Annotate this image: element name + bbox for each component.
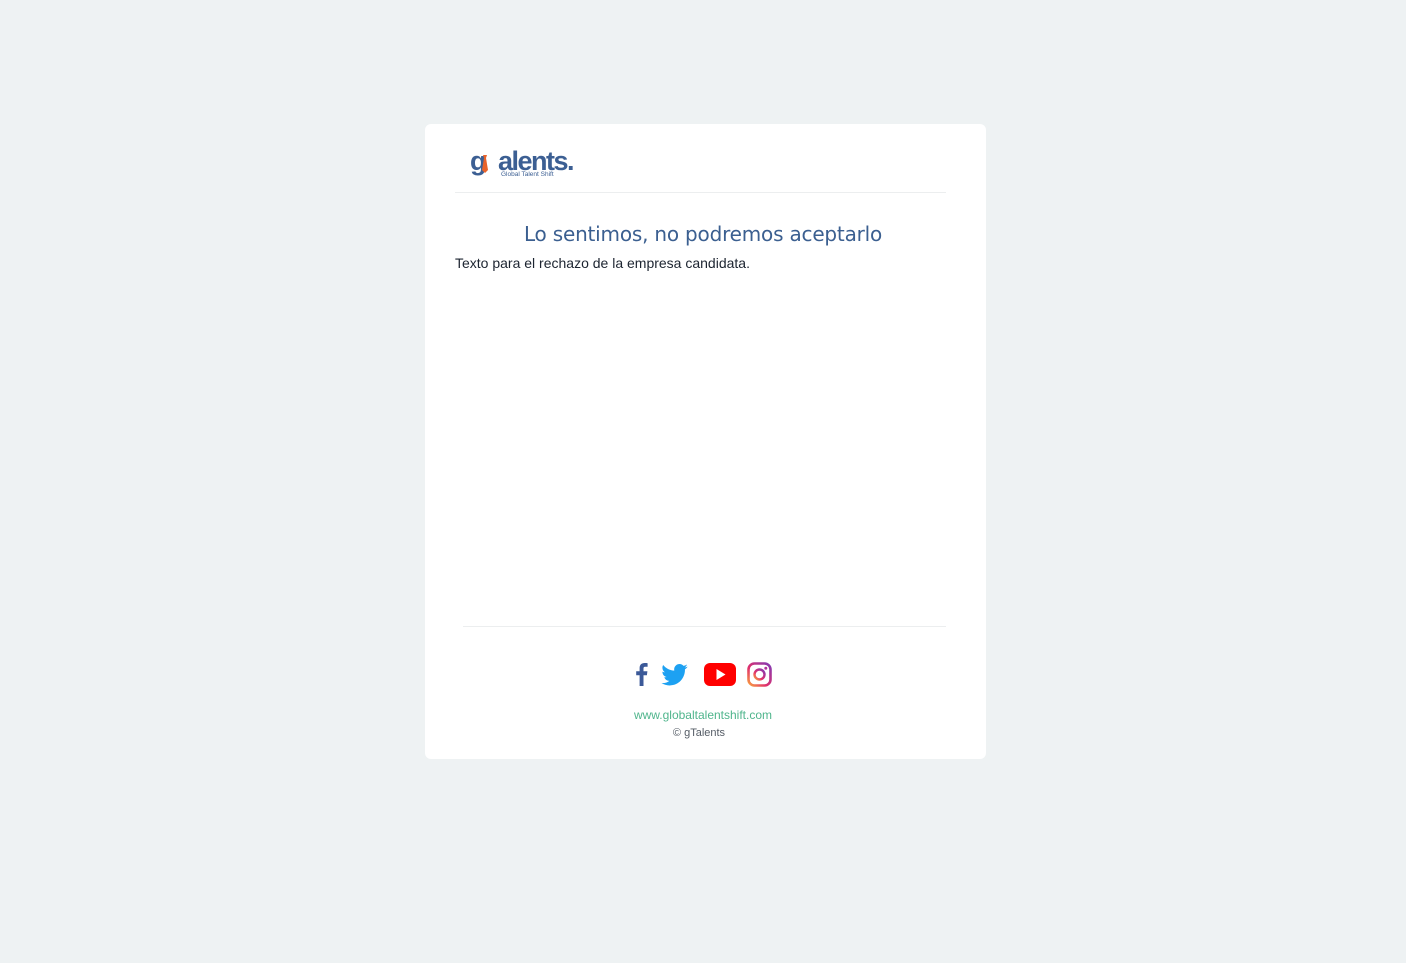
email-card: gTalents. Global Talent Shift Lo sentimo… <box>425 124 986 759</box>
facebook-icon[interactable] <box>633 662 649 691</box>
youtube-icon[interactable] <box>704 663 736 691</box>
gtalents-logo[interactable]: gTalents. Global Talent Shift <box>470 146 575 182</box>
social-links <box>633 662 778 689</box>
footer-divider <box>463 626 946 627</box>
tie-icon <box>482 155 488 173</box>
logo-tagline: Global Talent Shift <box>501 171 554 178</box>
rejection-body: Texto para el rechazo de la empresa cand… <box>455 255 750 271</box>
instagram-icon[interactable] <box>747 662 772 692</box>
rejection-title: Lo sentimos, no podremos aceptarlo <box>523 222 883 246</box>
header-divider <box>455 192 946 193</box>
website-link[interactable]: www.globaltalentshift.com <box>425 708 981 722</box>
twitter-icon[interactable] <box>661 664 688 691</box>
copyright-text: © gTalents <box>672 727 726 739</box>
